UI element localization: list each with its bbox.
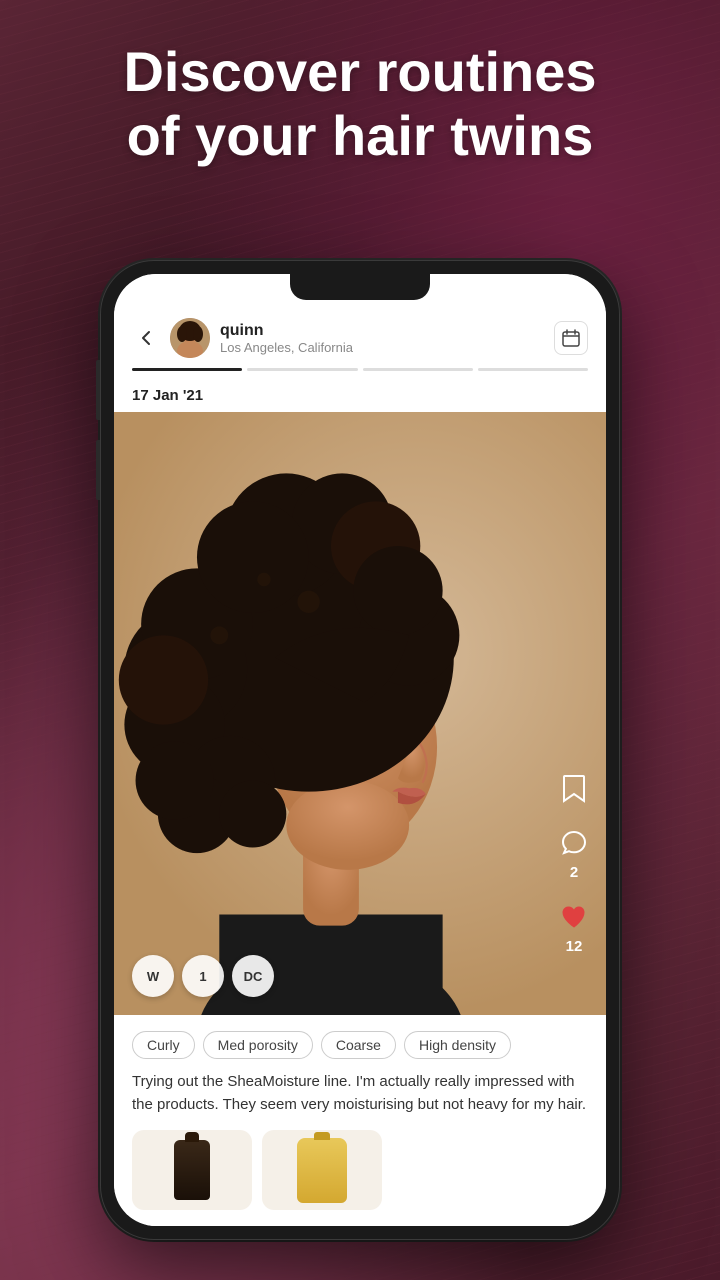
user-location: Los Angeles, California <box>220 340 544 355</box>
post-date: 17 Jan '21 <box>114 381 606 412</box>
bookmark-icon[interactable] <box>556 771 592 807</box>
headline-text: Discover routines of your hair twins <box>60 40 660 169</box>
progress-bar-1[interactable] <box>132 368 242 371</box>
user-name: quinn <box>220 321 544 340</box>
tag-high-density[interactable]: High density <box>404 1031 511 1059</box>
post-description: Trying out the SheaMoisture line. I'm ac… <box>132 1071 588 1116</box>
cream-bottle-icon <box>297 1138 347 1203</box>
headline-line2: of your hair twins <box>127 104 594 167</box>
progress-bar-4[interactable] <box>478 368 588 371</box>
user-info: quinn Los Angeles, California <box>220 321 544 355</box>
bottom-content: Curly Med porosity Coarse High density T… <box>114 1015 606 1226</box>
phone-screen: quinn Los Angeles, California <box>114 274 606 1226</box>
phone-frame: quinn Los Angeles, California <box>100 260 620 1240</box>
calendar-button[interactable] <box>554 321 588 355</box>
badge-1: 1 <box>182 955 224 997</box>
heart-action[interactable]: 12 <box>556 899 592 955</box>
headline-line1: Discover routines <box>123 40 596 103</box>
product-card-2[interactable] <box>262 1130 382 1210</box>
app-header: quinn Los Angeles, California <box>114 274 606 368</box>
progress-bars <box>114 368 606 381</box>
bookmark-action[interactable] <box>556 771 592 807</box>
avatar[interactable] <box>170 318 210 358</box>
heart-count: 12 <box>566 938 583 955</box>
progress-bar-2[interactable] <box>247 368 357 371</box>
headline-section: Discover routines of your hair twins <box>0 40 720 169</box>
phone-wrapper: quinn Los Angeles, California <box>100 260 620 1240</box>
back-button[interactable] <box>132 324 160 352</box>
tag-med-porosity[interactable]: Med porosity <box>203 1031 313 1059</box>
comment-icon[interactable] <box>556 825 592 861</box>
product-row <box>132 1130 588 1210</box>
tag-curly[interactable]: Curly <box>132 1031 195 1059</box>
photo-area: 2 12 W 1 DC <box>114 412 606 1015</box>
side-actions: 2 12 <box>556 771 592 955</box>
dark-bottle-icon <box>174 1140 210 1200</box>
progress-bar-3[interactable] <box>363 368 473 371</box>
product-card-1[interactable] <box>132 1130 252 1210</box>
hair-photo <box>114 412 606 1015</box>
tag-coarse[interactable]: Coarse <box>321 1031 396 1059</box>
badge-dc: DC <box>232 955 274 997</box>
comment-count: 2 <box>570 864 578 881</box>
heart-icon[interactable] <box>556 899 592 935</box>
badge-w: W <box>132 955 174 997</box>
comment-action[interactable]: 2 <box>556 825 592 881</box>
post-badges: W 1 DC <box>132 955 274 997</box>
tag-row: Curly Med porosity Coarse High density <box>132 1031 588 1059</box>
